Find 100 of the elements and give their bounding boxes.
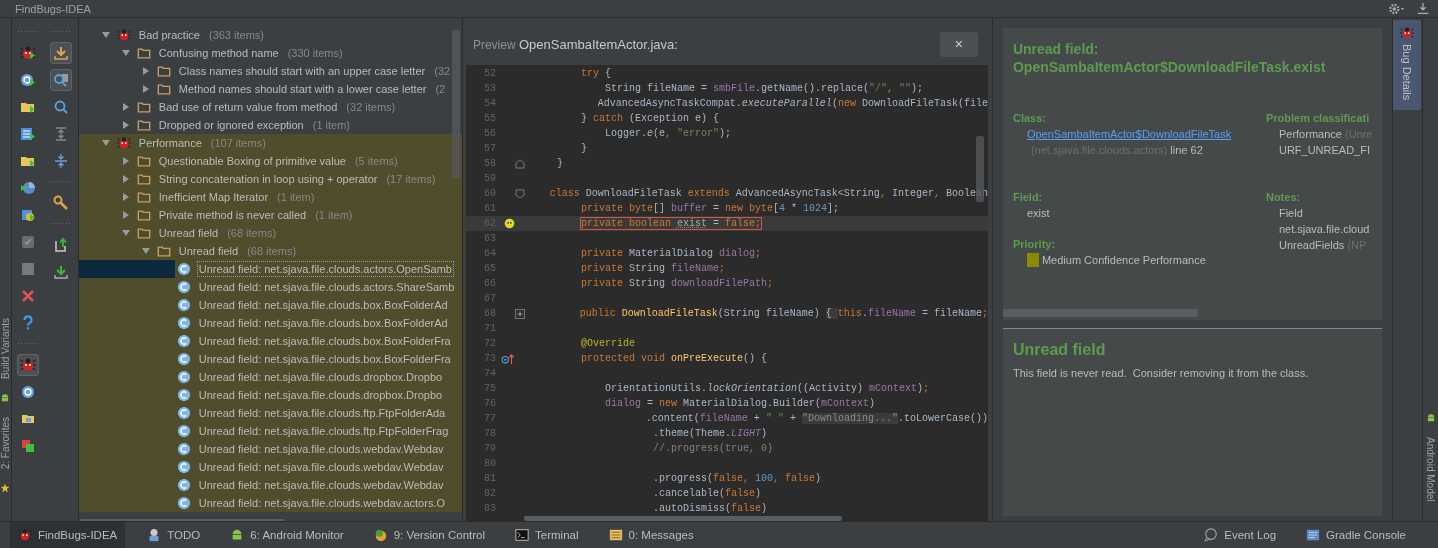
collapse-arrow-icon[interactable] xyxy=(120,48,131,58)
expand-arrow-icon[interactable] xyxy=(120,102,131,112)
tool-window-tab[interactable]: 6: Android Monitor xyxy=(222,522,352,548)
tree-item[interactable]: Unread field xyxy=(176,243,241,259)
squares-icon xyxy=(20,438,37,454)
tool-window-tab[interactable]: 9: Version Control xyxy=(365,522,494,548)
folder-icon xyxy=(136,208,151,222)
tree-item[interactable]: Unread field: net.sjava.file.clouds.box.BoxFolderFra xyxy=(196,333,453,349)
tree-item[interactable]: String concatenation in loop using + operator xyxy=(156,171,380,187)
tree-item[interactable]: Class names should start with an upper case letter xyxy=(176,63,428,79)
line-number: 54 xyxy=(482,98,496,109)
class-icon xyxy=(20,384,37,400)
priority-text: Medium Confidence Performance xyxy=(1041,253,1206,268)
collapse-arrow-icon[interactable] xyxy=(100,30,111,40)
code-line: //.progress(true, 0) xyxy=(652,443,773,454)
bug-title: Unread field: OpenSambaItemActor$DownloadFileTask.exist xyxy=(1012,40,1327,76)
tree-item[interactable]: Unread field: net.sjava.file.clouds.webdav.Webdav xyxy=(196,477,446,493)
tree-item[interactable]: Unread field: net.sjava.file.clouds.actors.ShareSamb xyxy=(196,279,457,295)
tree-item[interactable]: Performance xyxy=(136,135,204,151)
tree-item[interactable]: Confusing method name xyxy=(156,45,281,61)
fold-icon xyxy=(514,188,525,199)
collapse-all-icon xyxy=(53,153,70,169)
hide-icon[interactable] xyxy=(1416,1,1430,16)
line-number: 83 xyxy=(482,503,496,514)
module-run-icon xyxy=(20,126,37,142)
expand-arrow-icon[interactable] xyxy=(120,192,131,202)
line-number: 61 xyxy=(482,203,496,214)
expand-arrow-icon[interactable] xyxy=(120,210,131,220)
pie-chart-icon xyxy=(20,180,37,196)
side-tab[interactable]: 2: Favorites xyxy=(0,416,11,470)
tree-item[interactable]: Unread field: net.sjava.file.clouds.webdav.actors.O xyxy=(196,495,447,511)
folder-icon xyxy=(156,244,171,258)
class-icon xyxy=(176,388,191,402)
tree-item[interactable]: Bad use of return value from method xyxy=(156,99,340,115)
code-line: .progress(false, 100, false) xyxy=(652,473,821,484)
expand-arrow-icon[interactable] xyxy=(120,156,131,166)
tree-item[interactable]: Unread field: net.sjava.file.clouds.ftp.FtpFolderAda xyxy=(196,405,448,421)
tool-window-tab[interactable]: 0: Messages xyxy=(600,522,702,548)
tool-window-tab[interactable]: FindBugs-IDEA xyxy=(10,522,126,548)
toolbar-button[interactable] xyxy=(50,42,73,64)
tool-window-tab[interactable]: Event Log xyxy=(1196,522,1285,548)
search-icon xyxy=(53,99,70,115)
tree-item[interactable]: Unread field: net.sjava.file.clouds.ftp.FtpFolderFrag xyxy=(196,423,451,439)
fold-icon xyxy=(514,158,525,169)
tree-item[interactable]: Unread field: net.sjava.file.clouds.dropbox.Dropbo xyxy=(196,369,445,385)
code-line: private MaterialDialog dialog; xyxy=(580,248,761,259)
tool-window-tab[interactable]: Terminal xyxy=(507,522,587,548)
star-icon xyxy=(0,483,11,494)
scrollbar[interactable] xyxy=(1002,309,1198,317)
tree-item[interactable]: Unread field xyxy=(156,225,221,241)
bug-icon xyxy=(116,28,131,42)
tree-item[interactable]: Unread field: net.sjava.file.clouds.webdav.Webdav xyxy=(196,459,446,475)
folder-icon xyxy=(136,226,151,240)
side-tab[interactable]: Android Model xyxy=(1425,437,1436,502)
side-tab[interactable]: Bug Details xyxy=(1393,20,1422,110)
section-label: Field: xyxy=(1012,190,1044,205)
class-link[interactable]: OpenSambaItemActor$DownloadFileTask xyxy=(1012,126,1266,142)
close-button[interactable]: × xyxy=(939,31,978,57)
line-number: 76 xyxy=(482,398,496,409)
tree-item[interactable]: Unread field: net.sjava.file.clouds.webdav.Webdav xyxy=(196,441,446,457)
code-line: .autoDismiss(false) xyxy=(652,503,767,514)
expand-arrow-icon[interactable] xyxy=(120,120,131,130)
scrollbar[interactable] xyxy=(523,516,842,521)
line-number: 64 xyxy=(482,248,496,259)
class-icon xyxy=(176,460,191,474)
note-text: net.sjava.file.cloud xyxy=(1277,222,1371,237)
tree-item[interactable]: Bad practice xyxy=(136,27,202,43)
line-number: 78 xyxy=(482,428,496,439)
collapse-arrow-icon[interactable] xyxy=(120,228,131,238)
bug-icon xyxy=(20,357,37,373)
tree-item[interactable]: Unread field: net.sjava.file.clouds.dropbox.Dropbo xyxy=(196,387,445,403)
line-number: 79 xyxy=(482,443,496,454)
tree-item[interactable]: Questionable Boxing of primitive value xyxy=(156,153,348,169)
tool-window-tab[interactable]: Gradle Console xyxy=(1298,522,1414,548)
tree-item[interactable]: Private method is never called xyxy=(156,207,309,223)
section-label: Priority: xyxy=(1012,237,1057,252)
tree-item[interactable]: Unread field: net.sjava.file.clouds.box.BoxFolderAd xyxy=(196,315,450,331)
side-tab[interactable]: Build Variants xyxy=(0,318,11,379)
scrollbar[interactable] xyxy=(451,30,460,178)
expand-arrow-icon[interactable] xyxy=(120,174,131,184)
tree-item[interactable]: Method names should start with a lower case letter xyxy=(176,81,429,97)
expand-arrow-icon[interactable] xyxy=(140,84,151,94)
class-icon xyxy=(176,316,191,330)
close-icon xyxy=(20,288,37,304)
download-icon xyxy=(53,45,70,61)
folder-icon xyxy=(156,64,171,78)
tree-item[interactable]: Unread field: net.sjava.file.clouds.actors.OpenSamb xyxy=(196,261,454,277)
stop-icon xyxy=(20,261,37,277)
tree-item[interactable]: Unread field: net.sjava.file.clouds.box.BoxFolderFra xyxy=(196,351,453,367)
collapse-arrow-icon[interactable] xyxy=(100,138,111,148)
folder-icon xyxy=(136,46,151,60)
code-line: String fileName = smbFile.getName().replace("/", ""); xyxy=(604,83,924,94)
tree-item[interactable]: Inefficient Map Iterator xyxy=(156,189,271,205)
line-number: 53 xyxy=(482,83,496,94)
tree-item[interactable]: Unread field: net.sjava.file.clouds.box.BoxFolderAd xyxy=(196,297,450,313)
code-line: dialog = new MaterialDialog.Builder(mContext) xyxy=(604,398,876,409)
collapse-arrow-icon[interactable] xyxy=(140,246,151,256)
tree-item[interactable]: Dropped or ignored exception xyxy=(156,117,306,133)
expand-arrow-icon[interactable] xyxy=(140,66,151,76)
tool-window-tab[interactable]: TODO xyxy=(139,522,209,548)
